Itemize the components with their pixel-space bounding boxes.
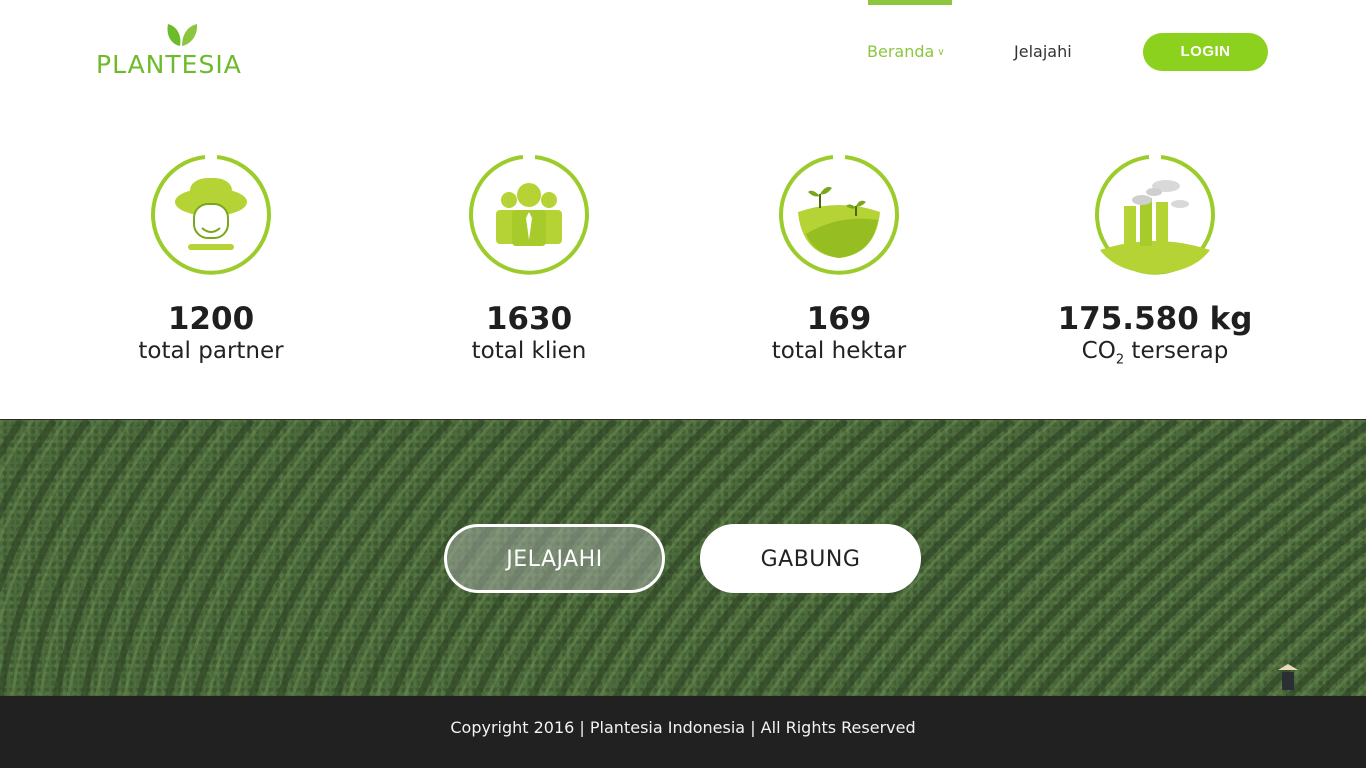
farmer-icon xyxy=(151,155,271,275)
stat-partner: 1200 total partner xyxy=(81,154,341,366)
people-icon xyxy=(469,155,589,275)
gabung-button[interactable]: GABUNG xyxy=(700,524,921,593)
nav-item-beranda[interactable]: Beranda ∨ xyxy=(867,42,945,61)
stat-label: total hektar xyxy=(771,338,907,364)
nav-item-label: Beranda xyxy=(867,42,935,61)
brand-name: PLANTESIA xyxy=(96,50,242,79)
stat-label: total partner xyxy=(138,338,284,364)
stat-co2: 175.580 kg CO2 terserap xyxy=(1025,154,1285,376)
land-sprout-icon xyxy=(779,155,899,275)
leaf-logo-icon xyxy=(167,24,198,46)
login-button[interactable]: LOGIN xyxy=(1143,33,1268,71)
jelajahi-button[interactable]: JELAJAHI xyxy=(444,524,665,593)
stat-klien: 1630 total klien xyxy=(399,154,659,366)
factory-icon xyxy=(1095,155,1215,275)
stat-value: 169 xyxy=(806,301,872,337)
tea-field-image xyxy=(0,420,1366,696)
chevron-down-icon: ∨ xyxy=(937,47,945,58)
stat-hektar: 169 total hektar xyxy=(709,154,969,366)
site-footer: Copyright 2016 | Plantesia Indonesia | A… xyxy=(0,696,1366,768)
stat-value: 1200 xyxy=(167,301,255,337)
stat-label: CO2 terserap xyxy=(1081,338,1229,368)
nav-item-jelajahi[interactable]: Jelajahi xyxy=(1014,42,1072,61)
nav-item-label: Jelajahi xyxy=(1014,42,1072,61)
site-header: PLANTESIA Beranda ∨ Jelajahi LOGIN xyxy=(0,0,1366,110)
hero-banner: JELAJAHI GABUNG xyxy=(0,419,1366,696)
stat-value: 1630 xyxy=(485,301,573,337)
copyright-text: Copyright 2016 | Plantesia Indonesia | A… xyxy=(450,718,916,737)
stat-value: 175.580 kg xyxy=(1057,301,1253,337)
plantesia-logo[interactable]: PLANTESIA xyxy=(96,18,266,82)
stat-label: total klien xyxy=(471,338,587,364)
nav-active-indicator xyxy=(868,0,952,5)
